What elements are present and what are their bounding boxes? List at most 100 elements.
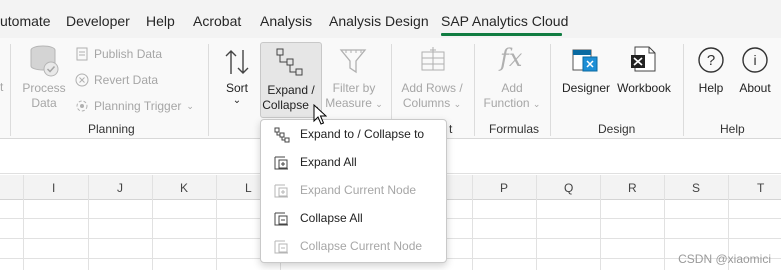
column-header-q[interactable]: Q bbox=[564, 181, 573, 195]
tab-acrobat[interactable]: Acrobat bbox=[193, 13, 241, 29]
sort-label: Sort bbox=[225, 81, 248, 95]
expand-collapse-label-1: Expand / bbox=[267, 83, 315, 97]
help-label: Help bbox=[698, 81, 724, 95]
menu-item-expand-all[interactable]: Expand All bbox=[261, 148, 446, 176]
grid-line bbox=[664, 175, 665, 270]
filter-by-measure-label-1: Filter by bbox=[332, 81, 376, 95]
tab-analysis-design[interactable]: Analysis Design bbox=[329, 13, 429, 29]
sort-icon bbox=[225, 50, 249, 74]
chevron-down-icon: ⌄ bbox=[532, 99, 541, 109]
group-separator bbox=[550, 44, 551, 136]
group-separator bbox=[683, 44, 684, 136]
help-group-label: Help bbox=[720, 122, 745, 136]
expand-all-icon bbox=[274, 156, 288, 170]
partial-group-label: t bbox=[449, 122, 453, 136]
tab-automate[interactable]: utomate bbox=[0, 13, 51, 29]
planning-trigger-icon bbox=[76, 100, 88, 112]
workbook-label: Workbook bbox=[617, 81, 671, 95]
chevron-down-icon: ⌄ bbox=[453, 99, 462, 109]
workbook-icon bbox=[631, 46, 656, 72]
menu-item-label: Collapse Current Node bbox=[300, 239, 423, 253]
publish-data-label: Publish Data bbox=[94, 47, 163, 61]
column-header-t[interactable]: T bbox=[757, 181, 764, 195]
publish-data-icon bbox=[76, 47, 88, 61]
expand-node-icon bbox=[274, 184, 288, 198]
grid-line bbox=[152, 175, 153, 270]
add-function-button[interactable]: Add Function ⌄ bbox=[482, 81, 542, 112]
expand-collapse-icon bbox=[276, 48, 303, 76]
planning-trigger-label: Planning Trigger bbox=[94, 99, 182, 113]
formulas-group-label: Formulas bbox=[489, 122, 540, 136]
workbook-button[interactable]: Workbook bbox=[614, 81, 674, 96]
menu-item-collapse-current-node[interactable]: Collapse Current Node bbox=[261, 232, 446, 260]
tab-help[interactable]: Help bbox=[146, 13, 175, 29]
grid-line bbox=[600, 175, 601, 270]
svg-text:?: ? bbox=[707, 52, 715, 69]
add-function-label-2: Function bbox=[483, 96, 530, 110]
column-header-i[interactable]: I bbox=[52, 181, 55, 195]
grid-line bbox=[23, 175, 24, 270]
menu-item-expand-current-node[interactable]: Expand Current Node bbox=[261, 176, 446, 204]
process-data-label-2: Data bbox=[31, 96, 57, 110]
help-icon: ? bbox=[698, 47, 724, 73]
designer-icon bbox=[572, 49, 598, 72]
revert-data-label: Revert Data bbox=[94, 73, 159, 87]
add-rows-columns-label-1: Add Rows / bbox=[401, 81, 463, 95]
group-separator bbox=[10, 44, 11, 136]
sort-button[interactable]: Sort ⌄ bbox=[222, 81, 252, 106]
about-button[interactable]: About bbox=[735, 81, 775, 96]
tab-sap-analytics-cloud[interactable]: SAP Analytics Cloud bbox=[441, 13, 568, 29]
menu-item-label: Expand Current Node bbox=[300, 183, 417, 197]
group-separator bbox=[474, 44, 475, 136]
filter-by-measure-label-2: Measure bbox=[325, 96, 372, 110]
grid-line bbox=[88, 175, 89, 270]
add-rows-columns-button[interactable]: Add Rows / Columns ⌄ bbox=[398, 81, 466, 112]
collapse-node-icon bbox=[274, 240, 288, 254]
column-header-s[interactable]: S bbox=[692, 181, 700, 195]
grid-line bbox=[472, 175, 473, 270]
expand-collapse-dropdown: Expand to / Collapse to Expand All Expan… bbox=[260, 119, 447, 263]
planning-group-label: Planning bbox=[88, 122, 135, 136]
function-icon: fx bbox=[500, 44, 523, 72]
process-data-label-1: Process bbox=[22, 81, 66, 95]
process-data-button[interactable]: Process Data bbox=[22, 81, 66, 111]
add-rows-columns-label-2: Columns bbox=[402, 96, 451, 110]
ribbon-tab-bar: utomate Developer Help Acrobat Analysis … bbox=[0, 0, 781, 38]
column-header-p[interactable]: P bbox=[500, 181, 508, 195]
menu-item-label: Expand to / Collapse to bbox=[300, 127, 425, 141]
chevron-down-icon: ⌄ bbox=[186, 100, 194, 111]
tab-analysis[interactable]: Analysis bbox=[260, 13, 312, 29]
planning-trigger-button[interactable]: Planning Trigger ⌄ bbox=[75, 99, 194, 113]
designer-label: Designer bbox=[561, 81, 611, 95]
menu-item-label: Expand All bbox=[300, 155, 357, 169]
help-button[interactable]: Help bbox=[693, 81, 729, 96]
process-data-icon bbox=[30, 45, 59, 77]
grid-line bbox=[536, 175, 537, 270]
menu-item-label: Collapse All bbox=[300, 211, 363, 225]
add-function-label-1: Add bbox=[501, 81, 523, 95]
column-header-l[interactable]: L bbox=[245, 181, 252, 195]
expand-collapse-label-2: Collapse bbox=[262, 98, 309, 112]
design-group-label: Design bbox=[598, 122, 636, 136]
menu-item-collapse-all[interactable]: Collapse All bbox=[261, 204, 446, 232]
designer-button[interactable]: Designer bbox=[561, 81, 611, 96]
cut-off-button-label: t bbox=[0, 80, 4, 94]
menu-item-expand-to-collapse-to[interactable]: Expand to / Collapse to bbox=[261, 120, 446, 148]
tab-developer[interactable]: Developer bbox=[66, 13, 130, 29]
group-separator bbox=[208, 44, 209, 136]
column-header-j[interactable]: J bbox=[117, 181, 123, 195]
active-tab-indicator bbox=[441, 33, 562, 36]
chevron-down-icon: ⌄ bbox=[232, 95, 242, 106]
expand-to-icon bbox=[274, 127, 290, 143]
svg-text:i: i bbox=[753, 52, 756, 68]
filter-by-measure-button[interactable]: Filter by Measure ⌄ bbox=[324, 81, 384, 112]
about-label: About bbox=[739, 81, 771, 95]
mouse-cursor-icon bbox=[313, 104, 327, 125]
revert-data-icon bbox=[75, 73, 89, 87]
publish-data-button[interactable]: Publish Data bbox=[75, 47, 162, 61]
column-header-r[interactable]: R bbox=[628, 181, 637, 195]
add-rows-columns-icon bbox=[421, 47, 445, 71]
revert-data-button[interactable]: Revert Data bbox=[75, 73, 158, 87]
filter-by-measure-icon bbox=[339, 49, 367, 74]
column-header-k[interactable]: K bbox=[180, 181, 188, 195]
